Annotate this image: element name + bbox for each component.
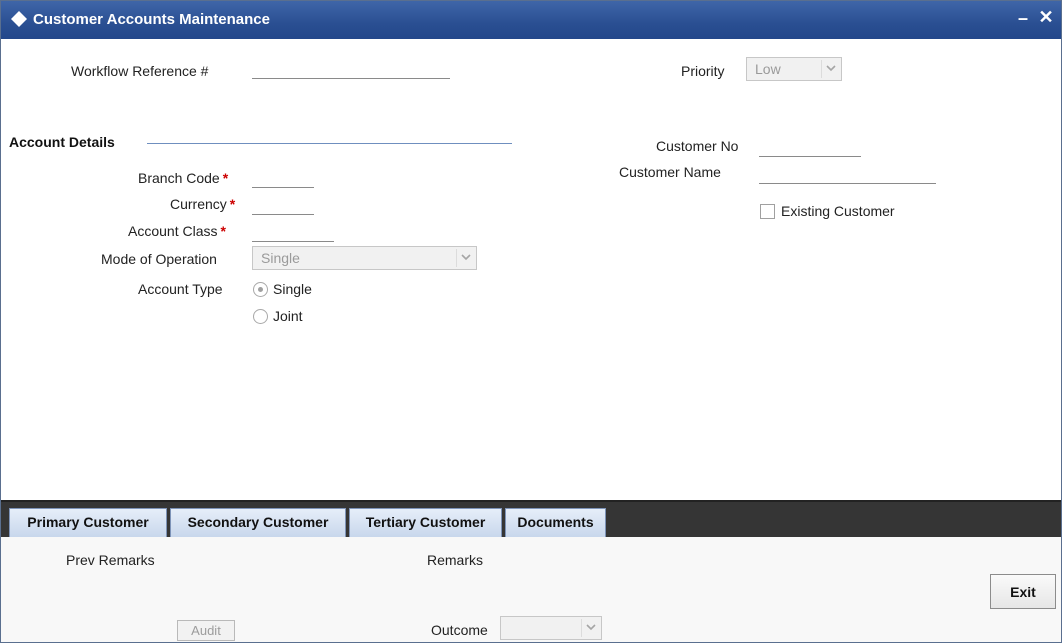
- window-title: Customer Accounts Maintenance: [33, 11, 270, 28]
- customer-no-input[interactable]: [759, 137, 861, 157]
- outcome-label: Outcome: [431, 622, 488, 638]
- required-marker: *: [220, 223, 226, 239]
- account-details-title: Account Details: [9, 134, 115, 150]
- account-type-joint-label: Joint: [273, 308, 303, 324]
- section-divider: [147, 143, 512, 144]
- exit-button[interactable]: Exit: [990, 574, 1056, 609]
- existing-customer-checkbox[interactable]: [760, 204, 775, 219]
- branch-code-label: Branch Code *: [138, 170, 229, 186]
- audit-button[interactable]: Audit: [177, 620, 235, 641]
- account-type-label: Account Type: [138, 281, 223, 297]
- priority-select[interactable]: Low: [746, 57, 842, 81]
- workflow-reference-input[interactable]: [252, 59, 450, 79]
- currency-input[interactable]: [252, 195, 314, 215]
- account-type-joint-radio[interactable]: [253, 309, 268, 324]
- account-class-input[interactable]: [252, 222, 334, 242]
- account-type-single-radio[interactable]: [253, 282, 268, 297]
- chevron-down-icon: [581, 619, 599, 637]
- tab-tertiary-customer[interactable]: Tertiary Customer: [349, 508, 502, 537]
- required-marker: *: [222, 170, 229, 186]
- customer-no-label: Customer No: [656, 138, 739, 154]
- tab-documents[interactable]: Documents: [505, 508, 606, 537]
- title-bar: Customer Accounts Maintenance – ✕: [1, 1, 1061, 39]
- existing-customer-label: Existing Customer: [781, 203, 895, 219]
- mode-of-operation-select[interactable]: Single: [252, 246, 477, 270]
- diamond-icon: [11, 11, 27, 27]
- mode-of-operation-value: Single: [261, 250, 300, 266]
- account-type-single-label: Single: [273, 281, 312, 297]
- priority-value: Low: [755, 61, 781, 77]
- priority-label: Priority: [681, 63, 725, 79]
- branch-code-input[interactable]: [252, 168, 314, 188]
- outcome-select[interactable]: [500, 616, 602, 640]
- close-icon[interactable]: ✕: [1037, 7, 1055, 27]
- tab-bar: Primary Customer Secondary Customer Tert…: [1, 500, 1061, 537]
- minimize-icon[interactable]: –: [1015, 9, 1031, 27]
- currency-label: Currency *: [170, 196, 236, 212]
- mode-of-operation-label: Mode of Operation: [101, 251, 217, 267]
- chevron-down-icon: [456, 249, 474, 267]
- customer-name-label: Customer Name: [619, 164, 721, 180]
- footer-panel: Prev Remarks Remarks Audit Outcome Exit: [1, 537, 1061, 642]
- account-class-label: Account Class *: [128, 223, 226, 239]
- chevron-down-icon: [821, 60, 839, 78]
- workflow-reference-label: Workflow Reference #: [71, 63, 209, 79]
- customer-name-input[interactable]: [759, 164, 936, 184]
- required-marker: *: [229, 196, 236, 212]
- tab-primary-customer[interactable]: Primary Customer: [9, 508, 167, 537]
- tab-secondary-customer[interactable]: Secondary Customer: [170, 508, 346, 537]
- customer-accounts-window: Customer Accounts Maintenance – ✕ Workfl…: [0, 0, 1062, 643]
- remarks-label: Remarks: [427, 552, 484, 568]
- prev-remarks-label: Prev Remarks: [66, 552, 155, 568]
